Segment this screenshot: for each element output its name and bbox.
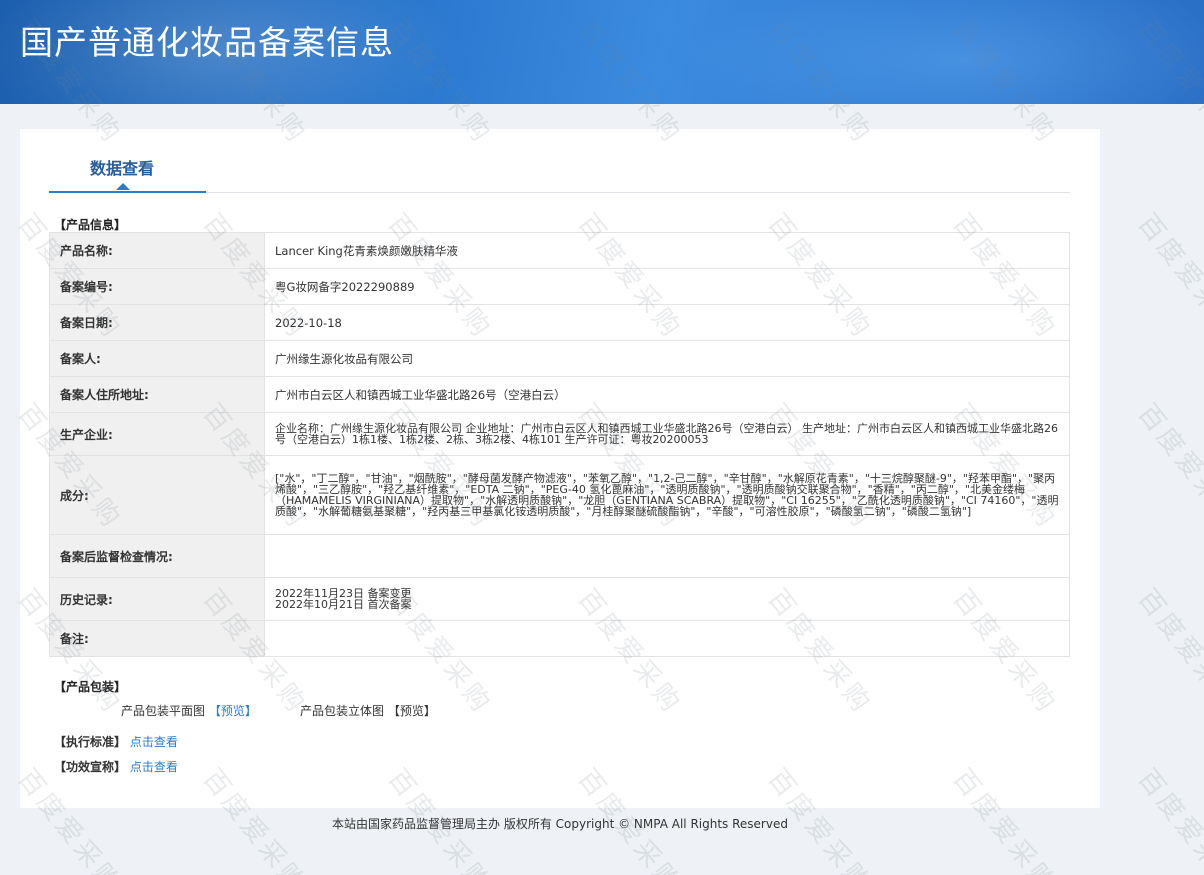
filing-date-value: 2022-10-18 [264,304,1070,341]
table-row: 备注: [49,620,1070,657]
filer-address-value: 广州市白云区人和镇西城工业华盛北路26号（空港白云） [264,376,1070,413]
watermark: 百度爱采购 [1131,583,1204,721]
package-solid-label: 产品包装立体图 [300,704,385,718]
tab-data-view[interactable]: 数据查看 [49,129,206,193]
product-name-value: Lancer King花青素焕颜嫩肤精华液 [264,232,1070,269]
supervision-value [264,534,1070,578]
table-row: 成分: ["水"，"丁二醇"，"甘油"，"烟酰胺"，"酵母菌发酵产物滤液"，"苯… [49,455,1070,535]
tab-label: 数据查看 [90,159,155,178]
claims-row: 【功效宣称】 点击查看 [54,758,178,775]
standard-row: 【执行标准】 点击查看 [54,733,178,750]
tab-caret-icon [116,183,130,190]
package-flat-preview-link[interactable]: 【预览】 [209,704,257,718]
row-label: 成分: [49,455,265,535]
packaging-section-title: 【产品包装】 [54,680,127,694]
row-label: 备注: [49,620,265,657]
watermark: 百度爱采购 [1131,398,1204,536]
table-row: 产品名称: Lancer King花青素焕颜嫩肤精华液 [49,232,1070,269]
table-row: 备案后监督检查情况: [49,534,1070,578]
remarks-value [264,620,1070,657]
claims-view-link[interactable]: 点击查看 [130,760,178,774]
product-info-table: 产品名称: Lancer King花青素焕颜嫩肤精华液 备案编号: 粤G妆网备字… [49,232,1070,657]
content-panel: 数据查看 【产品信息】 产品名称: Lancer King花青素焕颜嫩肤精华液 … [20,129,1100,808]
row-label: 备案编号: [49,268,265,305]
site-title: 国产普通化妆品备案信息 [20,23,394,62]
tab-bar: 数据查看 [49,129,1070,193]
standard-title: 【执行标准】 [54,735,127,749]
ingredients-value: ["水"，"丁二醇"，"甘油"，"烟酰胺"，"酵母菌发酵产物滤液"，"苯氧乙醇"… [264,455,1070,535]
package-flat-item: 产品包装平面图 【预览】 [121,702,257,719]
package-solid-item: 产品包装立体图 【预览】 [300,702,436,719]
standard-view-link[interactable]: 点击查看 [130,735,178,749]
table-row: 历史记录: 2022年11月23日 备案变更 2022年10月21日 首次备案 [49,577,1070,621]
table-row: 生产企业: 企业名称：广州缘生源化妆品有限公司 企业地址：广州市白云区人和镇西城… [49,412,1070,456]
history-entry: 2022年10月21日 首次备案 [275,598,412,611]
table-row: 备案人住所地址: 广州市白云区人和镇西城工业华盛北路26号（空港白云） [49,376,1070,413]
row-label: 备案人: [49,340,265,377]
table-row: 备案日期: 2022-10-18 [49,304,1070,341]
row-label: 备案后监督检查情况: [49,534,265,578]
row-label: 备案人住所地址: [49,376,265,413]
package-solid-preview-link[interactable]: 【预览】 [388,704,436,718]
claims-title: 【功效宣称】 [54,760,127,774]
footer: 本站由国家药品监督管理局主办 版权所有 Copyright © NMPA All… [332,817,788,831]
row-label: 备案日期: [49,304,265,341]
row-label: 产品名称: [49,232,265,269]
manufacturer-value: 企业名称：广州缘生源化妆品有限公司 企业地址：广州市白云区人和镇西城工业华盛北路… [264,412,1070,456]
watermark: 百度爱采购 [1131,763,1204,875]
row-label: 生产企业: [49,412,265,456]
filer-value: 广州缘生源化妆品有限公司 [264,340,1070,377]
table-row: 备案人: 广州缘生源化妆品有限公司 [49,340,1070,377]
history-value: 2022年11月23日 备案变更 2022年10月21日 首次备案 [264,577,1070,621]
filing-number-value: 粤G妆网备字2022290889 [264,268,1070,305]
package-flat-label: 产品包装平面图 [121,704,206,718]
site-header: 国产普通化妆品备案信息 [0,0,1204,104]
row-label: 历史记录: [49,577,265,621]
table-row: 备案编号: 粤G妆网备字2022290889 [49,268,1070,305]
product-info-section-title: 【产品信息】 [54,218,127,232]
watermark: 百度爱采购 [1131,208,1204,346]
